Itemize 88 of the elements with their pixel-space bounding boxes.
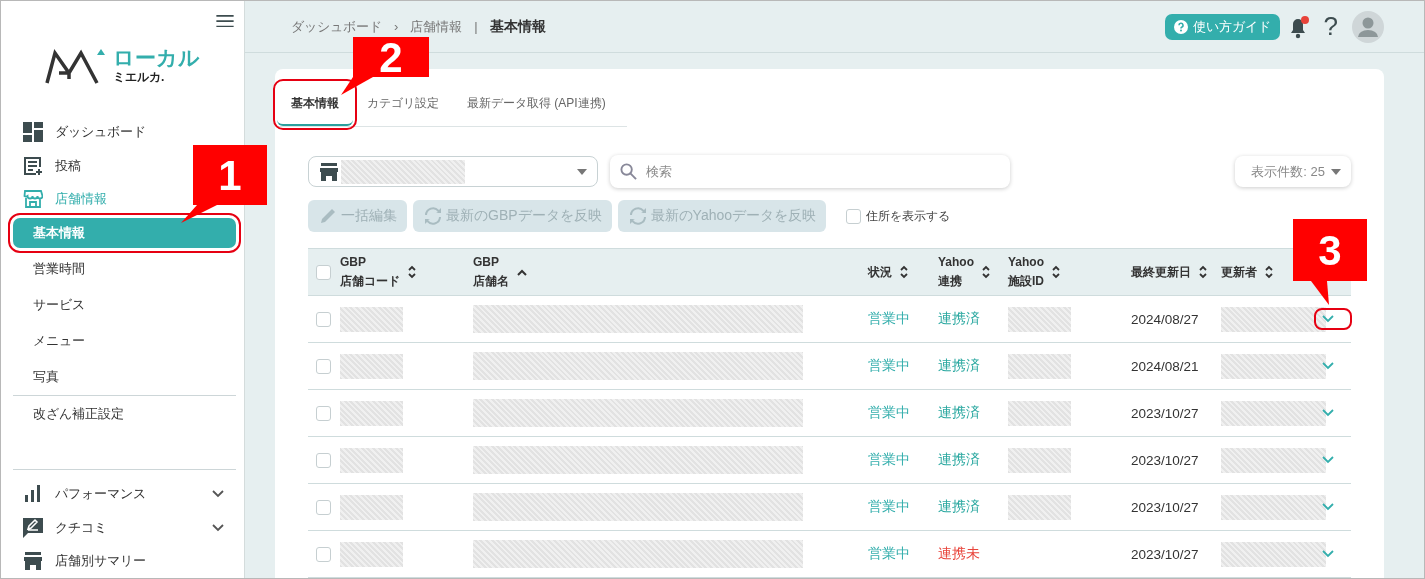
breadcrumb-item[interactable]: 店舗情報	[410, 17, 463, 36]
sidebar-subitem[interactable]: 写真	[13, 359, 236, 396]
avatar-icon[interactable]	[1352, 10, 1384, 43]
link-status-cell-text: 連携未	[938, 545, 981, 563]
breadcrumb-separator: |	[474, 19, 478, 34]
search-field[interactable]: 検索	[610, 155, 1010, 188]
column-header[interactable]: Yahoo 施設ID	[1008, 254, 1044, 290]
dashboard-icon	[23, 122, 43, 143]
row-checkbox[interactable]	[316, 405, 331, 421]
tab[interactable]: 最新データ取得 (API連携)	[453, 83, 620, 126]
date-cell-text: 2023/10/27	[1131, 546, 1200, 562]
sidebar-item[interactable]: クチコミ	[1, 510, 244, 545]
sidebar-item[interactable]: ダッシュボード	[1, 115, 154, 150]
status-cell-text: 営業中	[868, 498, 911, 516]
link-status-cell-text: 連携済	[938, 310, 981, 328]
menu-icon[interactable]	[216, 15, 234, 28]
status-cell-text: 営業中	[868, 404, 911, 422]
column-header[interactable]: Yahoo 連携	[938, 254, 974, 290]
column-header[interactable]: 最終更新日	[1131, 263, 1191, 281]
sort-ascending-icon[interactable]	[517, 268, 527, 276]
chevron-down-icon	[1322, 456, 1334, 464]
post-icon	[23, 155, 43, 176]
column-header[interactable]: GBP 店舗コード	[340, 254, 400, 290]
chevron-down-icon	[212, 490, 224, 499]
logo-subtitle: ミエルカ.	[113, 71, 166, 84]
sidebar-subitem[interactable]: 改ざん補正設定	[13, 395, 236, 433]
help-circle-icon	[1173, 19, 1188, 34]
sidebar-item[interactable]: 投稿	[1, 149, 89, 183]
chevron-down-icon	[1322, 409, 1334, 417]
sort-icon[interactable]	[1052, 265, 1060, 279]
sidebar-subitem[interactable]: 営業時間	[13, 251, 236, 288]
chevron-down-icon	[1322, 362, 1334, 370]
pencil-icon	[318, 206, 338, 226]
show-address-checkbox[interactable]: 住所を表示する	[846, 207, 951, 225]
link-status-cell-text: 連携済	[938, 357, 981, 375]
sidebar-item[interactable]: 店舗別サマリー	[1, 544, 244, 578]
date-cell-text: 2023/10/27	[1131, 405, 1200, 421]
expand-row-button[interactable]	[1316, 310, 1350, 328]
logo-title: ローカル	[113, 47, 200, 69]
select-all-checkbox[interactable]	[316, 264, 331, 280]
column-header[interactable]: 状況	[868, 263, 892, 281]
sort-icon[interactable]	[982, 265, 990, 279]
sync-icon	[423, 206, 443, 226]
sort-icon[interactable]	[1265, 265, 1273, 279]
row-checkbox[interactable]	[316, 452, 331, 468]
date-cell-text: 2023/10/27	[1131, 499, 1200, 515]
column-header[interactable]: 更新者	[1221, 263, 1257, 281]
sort-icon[interactable]	[900, 265, 908, 279]
search-icon	[620, 163, 637, 180]
row-checkbox[interactable]	[316, 358, 331, 374]
chevron-down-icon	[1322, 503, 1334, 511]
dropdown-caret-icon	[1331, 168, 1341, 175]
store-icon	[23, 552, 43, 571]
date-cell-text: 2024/08/21	[1131, 358, 1200, 374]
sidebar-subitem[interactable]: メニュー	[13, 323, 236, 360]
chevron-down-icon	[212, 523, 224, 532]
row-checkbox[interactable]	[316, 311, 331, 327]
breadcrumb-item: 基本情報	[489, 17, 546, 36]
dropdown-caret-icon	[577, 168, 587, 175]
sync-icon	[627, 206, 648, 226]
status-cell-text: 営業中	[868, 545, 911, 563]
status-cell-text: 営業中	[868, 451, 911, 469]
status-cell-text: 営業中	[868, 310, 911, 328]
chevron-down-icon	[1322, 315, 1334, 323]
row-checkbox[interactable]	[316, 499, 331, 515]
store-icon	[319, 162, 339, 181]
chevron-down-icon	[1322, 550, 1334, 558]
store-select[interactable]	[308, 156, 598, 187]
date-cell-text: 2024/08/27	[1131, 311, 1200, 327]
sort-icon[interactable]	[1199, 265, 1207, 279]
column-header[interactable]: GBP 店舗名	[473, 254, 509, 290]
page-size-select[interactable]: 表示件数: 25	[1235, 156, 1351, 187]
breadcrumb-separator: ›	[394, 19, 399, 34]
sidebar-item[interactable]: パフォーマンス	[1, 477, 244, 511]
breadcrumb-item[interactable]: ダッシュボード	[291, 17, 382, 36]
status-cell-text: 営業中	[868, 357, 911, 375]
link-status-cell-text: 連携済	[938, 498, 981, 516]
bar-chart-icon	[23, 485, 43, 504]
date-cell-text: 2023/10/27	[1131, 452, 1200, 468]
link-status-cell-text: 連携済	[938, 404, 981, 422]
sort-icon[interactable]	[408, 265, 416, 279]
row-checkbox[interactable]	[316, 546, 331, 562]
link-status-cell-text: 連携済	[938, 451, 981, 469]
sidebar-subitem[interactable]: サービス	[13, 287, 236, 324]
review-icon	[23, 517, 43, 538]
store-icon	[23, 190, 43, 209]
tab[interactable]: カテゴリ設定	[353, 83, 453, 126]
help-icon[interactable]: ?	[1323, 11, 1338, 42]
